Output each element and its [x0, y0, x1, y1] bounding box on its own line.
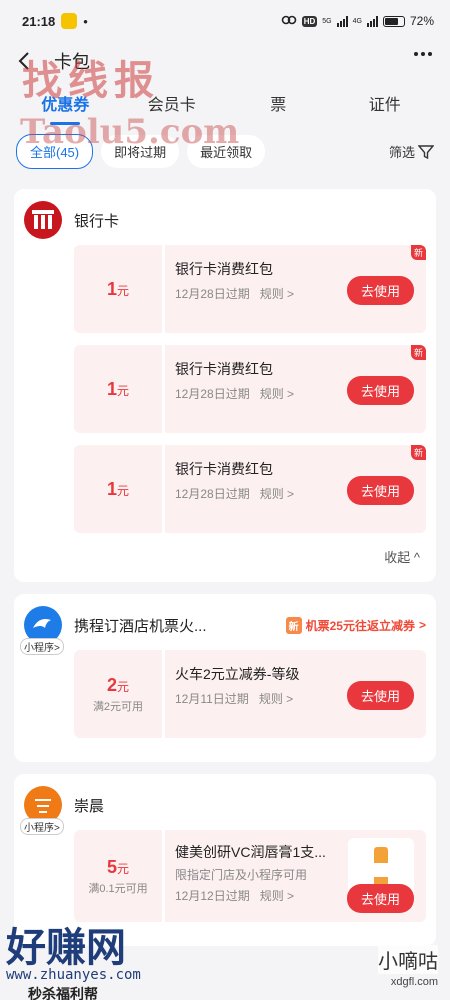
- status-time: 21:18: [22, 13, 56, 29]
- use-button[interactable]: 去使用: [346, 376, 414, 405]
- coupon-item[interactable]: 1元 银行卡消费红包 12月28日过期 规则 > 去使用 新: [74, 445, 426, 533]
- coupon-item[interactable]: 5元 满0.1元可用 健美创研VC润唇膏1支... 限指定门店及小程序可用 12…: [74, 830, 426, 922]
- coupon-amount: 1元: [74, 245, 162, 333]
- net-5g: 5G: [322, 17, 332, 25]
- collapse-button[interactable]: 收起 ^: [24, 545, 426, 570]
- merchant-name: 携程订酒店机票火...: [74, 617, 207, 635]
- coupon-amount: 1元: [74, 345, 162, 433]
- amount-condition: 满0.1元可用: [88, 882, 148, 895]
- net-4g: 4G: [352, 17, 362, 25]
- mini-program-tag: 小程序>: [20, 638, 64, 655]
- amount-unit: 元: [117, 483, 130, 498]
- tab-ids[interactable]: 证件: [340, 91, 430, 115]
- new-badge: 新: [410, 445, 426, 460]
- amount-value: 1: [106, 278, 117, 299]
- signal-icon: [336, 15, 348, 27]
- merchant-header: 小程序> 崇晨: [20, 786, 426, 835]
- coupon-expire: 12月12日过期: [175, 889, 250, 903]
- coupon-expire: 12月28日过期: [175, 487, 250, 501]
- amount-value: 1: [106, 478, 117, 499]
- rule-link[interactable]: 规则 >: [260, 287, 294, 301]
- coupon-expire: 12月11日过期: [175, 692, 249, 706]
- amount-value: 5: [106, 856, 117, 877]
- signal-icon-2: [366, 15, 378, 27]
- coupon-amount: 5元 满0.1元可用: [74, 830, 162, 922]
- use-button[interactable]: 去使用: [346, 476, 414, 505]
- use-button[interactable]: 去使用: [346, 276, 414, 305]
- coupon-body: 银行卡消费红包 12月28日过期 规则 > 去使用 新: [165, 245, 426, 333]
- watermark-taolu5: Taolu5.com: [20, 112, 240, 152]
- battery-icon: [382, 15, 405, 27]
- use-button[interactable]: 去使用: [346, 884, 414, 913]
- coupon-item[interactable]: 2元 满2元可用 火车2元立减券-等级 12月11日过期 规则 > 去使用: [74, 650, 426, 738]
- amount-unit: 元: [117, 679, 130, 694]
- watermark-xdgfl: xdgfl.com: [390, 976, 438, 988]
- merchant-name: 银行卡: [74, 212, 120, 230]
- merchant-name-partial: 秒杀福利帮: [28, 986, 98, 1000]
- watermark-xiaodigu: 小嘀咕: [378, 945, 438, 974]
- rule-link[interactable]: 规则 >: [260, 387, 294, 401]
- mini-program-tag: 小程序>: [20, 818, 64, 835]
- coupon-body: 银行卡消费红包 12月28日过期 规则 > 去使用 新: [165, 345, 426, 433]
- merchant-header: 银行卡: [24, 201, 426, 239]
- hd-badge: HD: [301, 15, 318, 27]
- link-icon: [281, 14, 297, 29]
- notification-app-icon: [61, 13, 78, 29]
- chevron-up-icon: ^: [413, 550, 420, 565]
- watermark-haozhuanwang: 好赚网: [6, 925, 126, 971]
- amount-unit: 元: [117, 383, 130, 398]
- status-bar: 21:18 • HD 5G 4G 72%: [0, 0, 450, 42]
- coupon-body: 银行卡消费红包 12月28日过期 规则 > 去使用 新: [165, 445, 426, 533]
- use-button[interactable]: 去使用: [346, 681, 414, 710]
- amount-value: 1: [106, 378, 117, 399]
- coupon-body: 健美创研VC润唇膏1支... 限指定门店及小程序可用 12月12日过期 规则 > …: [165, 830, 426, 922]
- filter-label: 筛选: [388, 145, 415, 160]
- battery-percent: 72%: [409, 14, 434, 28]
- coupon-expire: 12月28日过期: [175, 387, 250, 401]
- amount-condition: 满2元可用: [92, 700, 144, 713]
- merchant-name: 崇晨: [74, 797, 105, 815]
- new-badge: 新: [410, 345, 426, 360]
- tab-tickets[interactable]: 票: [233, 91, 323, 115]
- coupon-expire: 12月28日过期: [175, 287, 250, 301]
- amount-unit: 元: [117, 861, 130, 876]
- filter-button[interactable]: 筛选: [389, 142, 434, 161]
- coupon-item[interactable]: 1元 银行卡消费红包 12月28日过期 规则 > 去使用 新: [74, 345, 426, 433]
- amount-value: 2: [106, 674, 117, 695]
- merchant-card-ctrip: 小程序> 携程订酒店机票火... 新 机票25元往返立减券 > 2元 满2元可用…: [14, 594, 436, 762]
- ctrip-logo-icon: 小程序>: [20, 606, 64, 655]
- rule-link[interactable]: 规则 >: [260, 889, 294, 903]
- funnel-icon: [418, 144, 434, 159]
- watermark-zhuanyes: www.zhuanyes.com: [6, 967, 141, 983]
- rule-link[interactable]: 规则 >: [260, 487, 294, 501]
- promo-new-badge: 新: [285, 616, 302, 634]
- coupon-body: 火车2元立减券-等级 12月11日过期 规则 > 去使用: [165, 650, 426, 738]
- coupon-amount: 2元 满2元可用: [74, 650, 162, 738]
- rule-link[interactable]: 规则 >: [259, 692, 293, 706]
- collapse-label: 收起: [384, 550, 411, 565]
- merchant-card-bank: 银行卡 1元 银行卡消费红包 12月28日过期 规则 > 去使用 新 1元 银行卡…: [14, 189, 436, 582]
- coupon-amount: 1元: [74, 445, 162, 533]
- chevron-right-icon: >: [418, 618, 426, 632]
- promo-link[interactable]: 新 机票25元往返立减券 >: [285, 616, 426, 634]
- promo-text: 机票25元往返立减券: [305, 618, 415, 633]
- chongchen-logo-icon: 小程序>: [20, 786, 64, 835]
- new-badge: 新: [410, 245, 426, 260]
- more-icon[interactable]: [414, 52, 432, 56]
- bank-logo-icon: [24, 201, 62, 239]
- merchant-header: 小程序> 携程订酒店机票火... 新 机票25元往返立减券 >: [20, 606, 426, 655]
- coupon-item[interactable]: 1元 银行卡消费红包 12月28日过期 规则 > 去使用 新: [74, 245, 426, 333]
- amount-unit: 元: [117, 283, 130, 298]
- dot-icon: •: [83, 13, 88, 29]
